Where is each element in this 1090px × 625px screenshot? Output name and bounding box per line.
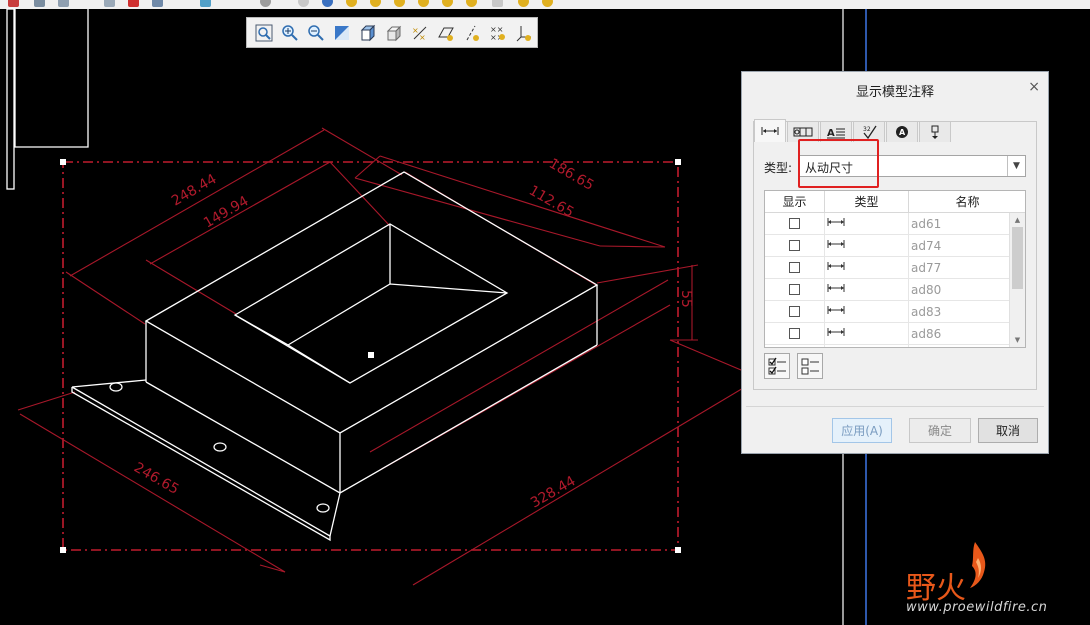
zoom-in-button[interactable]	[277, 21, 303, 45]
csys-display-icon	[516, 25, 531, 41]
show-checkbox[interactable]	[789, 284, 800, 295]
csys-display-button[interactable]	[511, 21, 537, 45]
show-checkbox[interactable]	[789, 306, 800, 317]
row-name: ad61	[911, 217, 942, 231]
show-checkbox[interactable]	[789, 328, 800, 339]
point-display-button[interactable]: ×× ××	[485, 21, 511, 45]
dimension-type-icon	[827, 306, 845, 314]
display-style-button[interactable]	[381, 21, 407, 45]
row-name: ad86	[911, 327, 942, 341]
datum-display-icon: ××	[412, 26, 427, 42]
zoom-out-button[interactable]	[303, 21, 329, 45]
close-icon[interactable]: ×	[1028, 79, 1040, 95]
repaint-icon	[335, 25, 349, 40]
ok-button[interactable]: 确定	[909, 418, 971, 443]
chevron-down-icon[interactable]: ▼	[1007, 156, 1025, 176]
mounting-holes	[109, 382, 330, 513]
column-header-show[interactable]: 显示	[765, 191, 825, 213]
show-model-annotations-dialog: 显示模型注释 × A 32 A 类型: 从动尺寸 ▼ 显示 类型 名称 ad61…	[741, 71, 1049, 454]
orientation-cube-icon	[360, 24, 376, 41]
gtol-tab-icon	[793, 127, 813, 137]
svg-text:×: ×	[419, 33, 426, 42]
dialog-separator	[746, 406, 1044, 407]
dimension-type-icon	[827, 218, 845, 226]
zoom-fit-button[interactable]	[251, 21, 277, 45]
dimension-type-icon	[827, 262, 845, 270]
dimension-lines	[17, 127, 761, 586]
svg-text:32: 32	[863, 126, 871, 133]
table-scrollbar[interactable]: ▲ ▼	[1009, 213, 1025, 347]
dialog-title: 显示模型注释	[855, 85, 934, 100]
svg-text:A: A	[899, 128, 906, 137]
dim-text-149: 149.94	[201, 193, 252, 231]
plane-display-button[interactable]	[433, 21, 459, 45]
view-toolbar: × × ×× ××	[246, 17, 538, 48]
axis-display-icon	[466, 25, 479, 41]
dimension-type-icon	[827, 240, 845, 248]
cancel-button[interactable]: 取消	[978, 418, 1038, 443]
dimension-tab-icon	[761, 127, 779, 135]
annotation-table: 显示 类型 名称 ad61 ad74 ad77 ad80 ad83 ad86 ▲…	[764, 190, 1026, 348]
show-checkbox[interactable]	[789, 262, 800, 273]
scroll-down-icon[interactable]: ▼	[1010, 333, 1025, 347]
type-label: 类型:	[764, 161, 793, 175]
dim-text-328: 328.44	[528, 473, 579, 511]
repaint-button[interactable]	[329, 21, 355, 45]
callout-highlight-box	[798, 139, 879, 188]
row-name: ad77	[911, 261, 942, 275]
table-row[interactable]: ad83	[765, 301, 1010, 323]
datum-display-button[interactable]: × ×	[407, 21, 433, 45]
dialog-titlebar[interactable]: 显示模型注释 ×	[742, 72, 1048, 104]
column-header-type[interactable]: 类型	[825, 191, 909, 213]
dim-text-55: 55	[678, 290, 694, 308]
deselect-all-icon	[801, 358, 819, 375]
show-checkbox[interactable]	[789, 218, 800, 229]
display-style-icon	[386, 25, 402, 41]
dimension-texts: 248.44 149.94 186.65 112.65 55 246.65 32…	[131, 156, 694, 512]
datum-target-tab-icon	[931, 125, 939, 139]
row-name: ad83	[911, 305, 942, 319]
tab-symbols[interactable]: A	[886, 121, 918, 142]
dimension-type-icon	[827, 284, 845, 292]
apply-button[interactable]: 应用(A)	[832, 418, 892, 443]
orientation-button[interactable]	[355, 21, 381, 45]
table-row[interactable]: ad61	[765, 213, 1010, 235]
scroll-up-icon[interactable]: ▲	[1010, 213, 1025, 227]
zoom-out-icon	[308, 24, 324, 41]
scroll-thumb[interactable]	[1012, 227, 1023, 289]
dim-text-112: 112.65	[526, 183, 576, 221]
zoom-in-icon	[282, 24, 298, 41]
row-name: ad80	[911, 283, 942, 297]
table-row[interactable]: ad80	[765, 279, 1010, 301]
drawing-frame-left	[6, 8, 89, 190]
svg-text:A: A	[827, 128, 835, 139]
column-header-name[interactable]: 名称	[909, 191, 1025, 213]
table-row[interactable]: ad77	[765, 257, 1010, 279]
deselect-all-button[interactable]	[797, 353, 823, 379]
dim-text-246: 246.65	[131, 460, 181, 498]
select-all-icon	[768, 357, 786, 375]
csys-marker	[368, 352, 374, 358]
table-row[interactable]: ad86	[765, 323, 1010, 345]
watermark-url: www.proewildfire.cn	[906, 600, 1048, 615]
select-all-button[interactable]	[764, 353, 790, 379]
show-checkbox[interactable]	[789, 240, 800, 251]
dim-text-248: 248.44	[169, 171, 220, 209]
surface-finish-tab-icon: 32	[863, 125, 877, 139]
dimension-type-icon	[827, 328, 845, 336]
tab-dimensions[interactable]	[754, 119, 786, 142]
plane-display-icon	[438, 27, 454, 41]
tab-datum-targets[interactable]	[919, 121, 951, 142]
symbol-tab-icon: A	[896, 126, 908, 138]
table-row[interactable]: ad74	[765, 235, 1010, 257]
note-tab-icon: A	[827, 128, 845, 139]
zoom-fit-icon	[255, 24, 273, 41]
svg-text:×: ×	[412, 26, 419, 35]
axis-display-button[interactable]	[459, 21, 485, 45]
row-name: ad74	[911, 239, 942, 253]
point-display-icon: ××××	[490, 25, 505, 42]
